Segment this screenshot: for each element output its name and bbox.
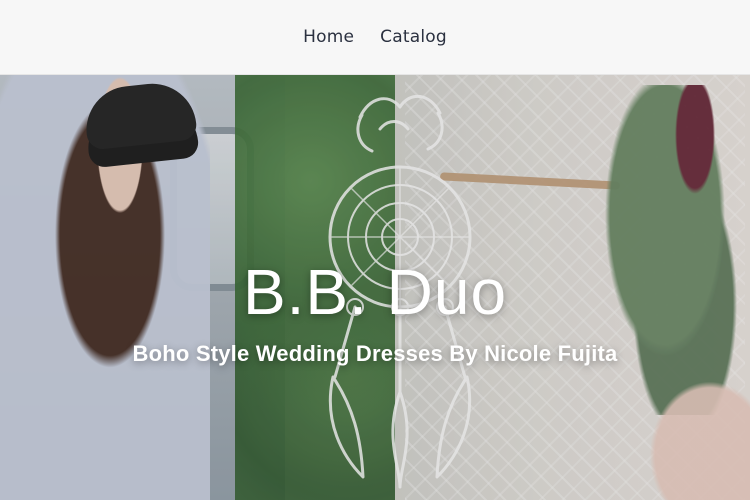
- site-header: Home Catalog: [0, 0, 750, 75]
- hero-section: B.B. Duo Boho Style Wedding Dresses By N…: [0, 75, 750, 500]
- nav-catalog-link[interactable]: Catalog: [380, 27, 447, 47]
- hero-title: B.B. Duo: [242, 256, 508, 328]
- main-nav: Home Catalog: [303, 27, 447, 47]
- nav-home-link[interactable]: Home: [303, 27, 354, 47]
- hero-subtitle: Boho Style Wedding Dresses By Nicole Fuj…: [132, 341, 618, 366]
